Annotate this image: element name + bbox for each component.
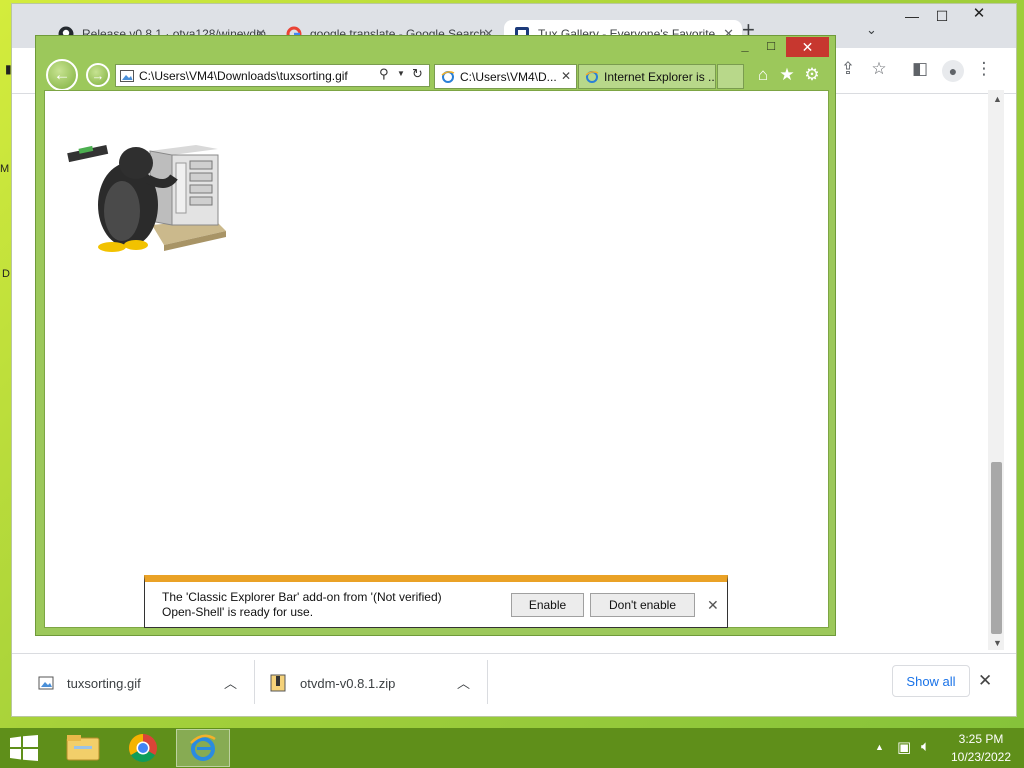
zip-file-icon <box>270 674 286 692</box>
clock-date[interactable]: 10/23/2022 <box>946 750 1016 764</box>
home-icon[interactable]: ⌂ <box>753 64 773 86</box>
scrollbar-thumb[interactable] <box>991 462 1002 634</box>
windows-start-icon[interactable] <box>10 735 38 761</box>
side-panel-icon[interactable]: ◧ <box>910 59 930 79</box>
show-all-downloads-button[interactable]: Show all <box>892 665 970 697</box>
ie-new-tab-button[interactable] <box>717 64 744 89</box>
chevron-up-icon[interactable]: ︿ <box>224 673 237 692</box>
download-filename: tuxsorting.gif <box>67 675 141 691</box>
download-item-otvdm[interactable]: otvdm-v0.8.1.zip ︿ <box>270 660 476 706</box>
scroll-down-arrow-icon[interactable]: ▼ <box>993 638 1002 648</box>
tray-overflow-arrow-icon[interactable]: ▲ <box>875 742 884 752</box>
more-menu-icon[interactable]: ⋮ <box>974 59 994 79</box>
notification-message: The 'Classic Explorer Bar' add-on from '… <box>162 590 442 619</box>
ie-page-icon <box>441 70 455 83</box>
forward-arrow-icon[interactable]: → <box>86 63 110 87</box>
share-icon[interactable]: ⇪ <box>838 59 858 79</box>
bookmark-star-icon[interactable]: ☆ <box>869 59 889 79</box>
search-icon[interactable]: ⚲ <box>379 66 389 82</box>
chrome-close-button[interactable]: ✕ <box>962 4 996 24</box>
chevron-up-icon[interactable]: ︿ <box>457 673 470 692</box>
network-icon[interactable]: ▣ <box>897 738 911 756</box>
ie-tab-active[interactable]: C:\Users\VM4\D... ✕ <box>434 64 577 89</box>
ie-tab-title: C:\Users\VM4\D... <box>460 69 557 84</box>
desktop-icon-fragment[interactable]: ▮ <box>5 62 12 76</box>
ie-close-button[interactable]: ✕ <box>786 37 829 57</box>
ie-maximize-button[interactable]: □ <box>761 38 781 54</box>
chrome-maximize-button[interactable]: ☐ <box>930 8 954 24</box>
close-icon[interactable]: ✕ <box>707 597 719 614</box>
tux-sorting-image <box>67 144 226 252</box>
volume-icon[interactable]: 🔈︎ <box>921 738 930 755</box>
desktop-icon-fragment[interactable]: D <box>2 268 10 280</box>
taskbar-internet-explorer[interactable] <box>176 729 230 767</box>
back-arrow-icon[interactable]: ← <box>46 59 78 91</box>
chrome-icon <box>129 734 157 762</box>
ie-minimize-button[interactable]: _ <box>735 38 755 54</box>
divider <box>254 660 255 704</box>
chrome-minimize-button[interactable]: — <box>900 8 924 24</box>
ie-tab-title: Internet Explorer is ... <box>604 69 716 84</box>
internet-explorer-icon <box>190 734 216 761</box>
desktop-icon-fragment[interactable]: M <box>0 163 9 175</box>
image-file-icon <box>38 676 54 690</box>
close-icon[interactable]: ✕ <box>978 671 992 691</box>
profile-avatar-icon[interactable]: ● <box>942 60 964 82</box>
taskbar-file-explorer[interactable] <box>56 729 110 767</box>
dont-enable-button[interactable]: Don't enable <box>590 593 695 617</box>
download-item-tuxsorting[interactable]: tuxsorting.gif ︿ <box>38 660 244 706</box>
address-text: C:\Users\VM4\Downloads\tuxsorting.gif <box>139 68 348 83</box>
clock-time[interactable]: 3:25 PM <box>946 732 1016 746</box>
refresh-icon[interactable]: ↻ <box>412 66 423 82</box>
close-tab-icon[interactable]: ✕ <box>561 69 571 83</box>
scroll-up-arrow-icon[interactable]: ▲ <box>993 94 1002 104</box>
gear-icon[interactable]: ⚙ <box>802 64 822 86</box>
ie-page-icon <box>585 70 599 83</box>
enable-button[interactable]: Enable <box>511 593 584 617</box>
download-filename: otvdm-v0.8.1.zip <box>300 675 396 691</box>
divider <box>487 660 488 704</box>
dropdown-arrow-icon[interactable]: ▼ <box>397 69 405 78</box>
image-file-icon <box>120 69 134 82</box>
taskbar-chrome[interactable] <box>116 729 170 767</box>
favorites-star-icon[interactable]: ★ <box>777 64 797 86</box>
chevron-down-icon[interactable]: ⌄ <box>866 22 877 38</box>
ie-tab[interactable]: Internet Explorer is ... <box>578 64 716 89</box>
file-explorer-icon <box>66 735 100 761</box>
